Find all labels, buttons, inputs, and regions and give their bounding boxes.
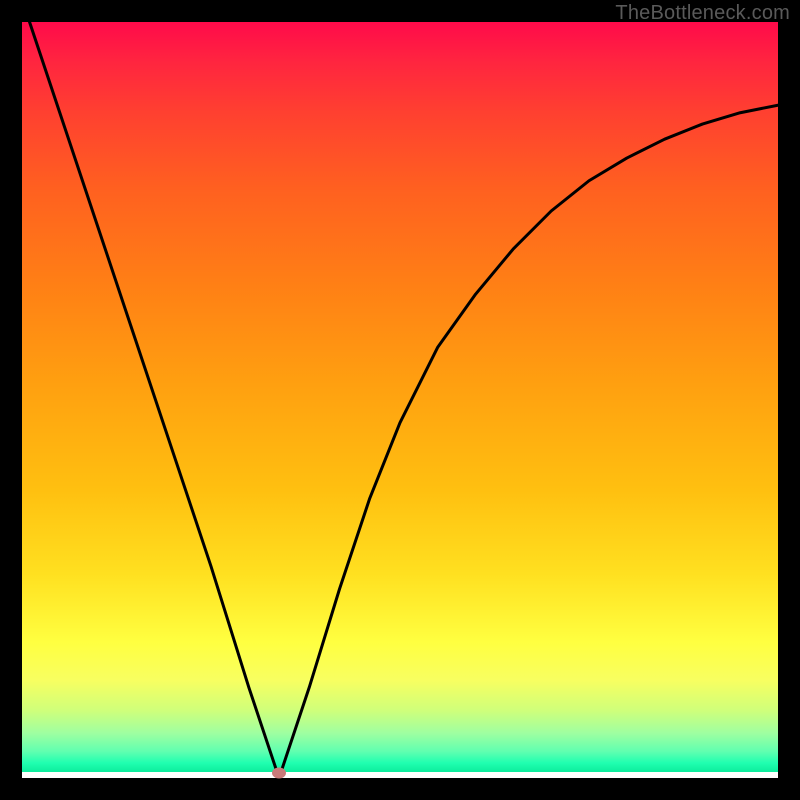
bottleneck-curve-path: [30, 22, 778, 778]
chart-frame: TheBottleneck.com: [0, 0, 800, 800]
watermark-text: TheBottleneck.com: [615, 2, 790, 25]
minimum-marker-dot: [272, 768, 286, 779]
bottleneck-curve-svg: [22, 22, 778, 778]
